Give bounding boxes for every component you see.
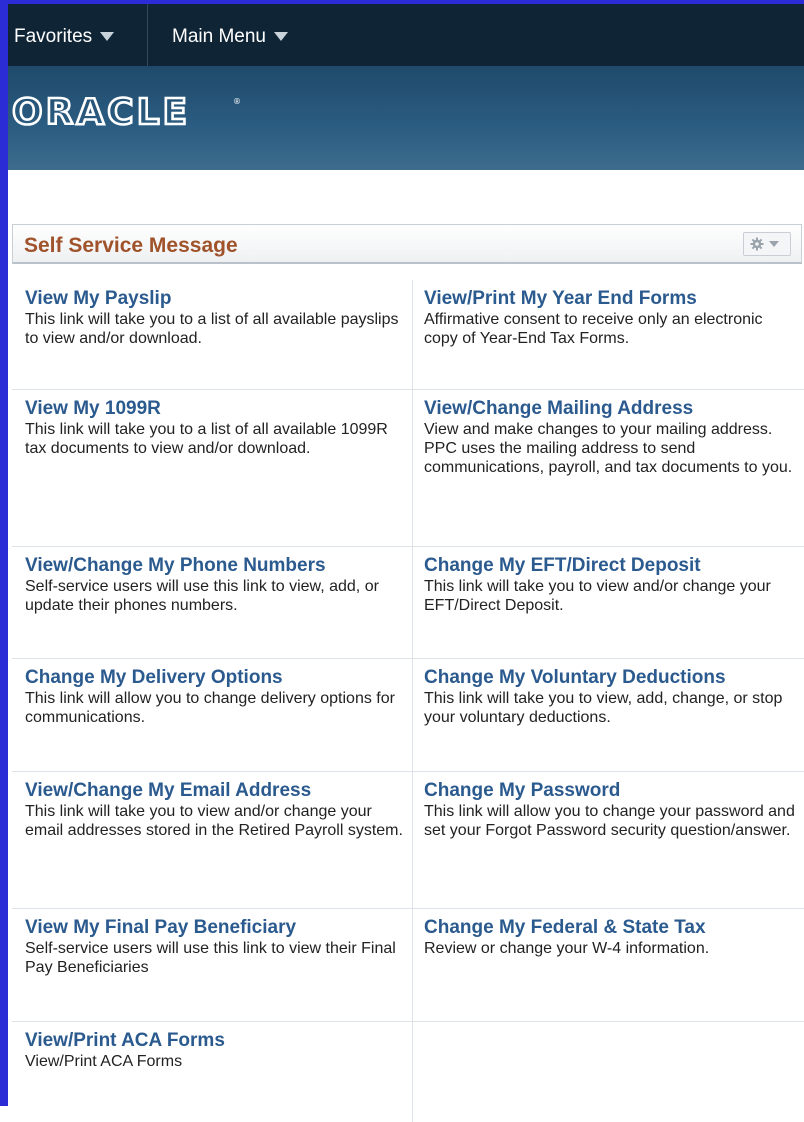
main-menu-label: Main Menu — [172, 26, 266, 47]
links-row: View My Payslip This link will take you … — [12, 280, 804, 390]
link-description: This link will take you to view, add, ch… — [424, 690, 783, 726]
svg-text:®: ® — [233, 97, 241, 106]
change-delivery-options-link[interactable]: Change My Delivery Options — [25, 667, 404, 689]
link-description: This link will take you to a list of all… — [25, 311, 399, 347]
view-final-pay-beneficiary-link[interactable]: View My Final Pay Beneficiary — [25, 917, 404, 939]
link-description: This link will take you to a list of all… — [25, 421, 388, 457]
favorites-menu[interactable]: Favorites — [8, 4, 148, 66]
link-description: Review or change your W-4 information. — [424, 940, 710, 957]
pagelet-title: Self Service Message — [24, 234, 238, 257]
link-description: Self-service users will use this link to… — [25, 940, 396, 976]
view-1099r-link[interactable]: View My 1099R — [25, 398, 404, 420]
view-print-aca-forms-link[interactable]: View/Print ACA Forms — [25, 1030, 404, 1052]
link-cell: View/Change My Email Address This link w… — [12, 772, 412, 908]
top-navigation-bar: Favorites Main Menu — [8, 4, 804, 66]
link-description: This link will take you to view and/or c… — [25, 803, 403, 839]
link-cell: View/Print ACA Forms View/Print ACA Form… — [12, 1022, 412, 1122]
link-description: This link will take you to view and/or c… — [424, 578, 771, 614]
link-cell: View/Change My Phone Numbers Self-servic… — [12, 547, 412, 658]
link-cell: View/Print My Year End Forms Affirmative… — [412, 280, 804, 389]
favorites-label: Favorites — [14, 26, 93, 47]
change-phone-numbers-link[interactable]: View/Change My Phone Numbers — [25, 555, 404, 577]
main-menu-dropdown-icon — [274, 32, 288, 41]
oracle-logo: ORACLE ® — [12, 92, 241, 132]
link-description: Affirmative consent to receive only an e… — [424, 311, 763, 347]
link-cell: View My Payslip This link will take you … — [12, 280, 412, 389]
links-row: View My Final Pay Beneficiary Self-servi… — [12, 909, 804, 1022]
favorites-dropdown-icon — [100, 32, 115, 41]
links-row: Change My Delivery Options This link wil… — [12, 659, 804, 772]
window-frame-left — [0, 0, 8, 1106]
link-description: This link will allow you to change your … — [424, 803, 795, 839]
link-cell: Change My EFT/Direct Deposit This link w… — [412, 547, 804, 658]
link-description: This link will allow you to change deliv… — [25, 690, 395, 726]
link-cell: Change My Password This link will allow … — [412, 772, 804, 908]
change-voluntary-deductions-link[interactable]: Change My Voluntary Deductions — [424, 667, 796, 689]
link-description: View/Print ACA Forms — [25, 1053, 183, 1070]
change-federal-state-tax-link[interactable]: Change My Federal & State Tax — [424, 917, 796, 939]
link-cell: View My 1099R This link will take you to… — [12, 390, 412, 546]
change-password-link[interactable]: Change My Password — [424, 780, 796, 802]
links-row: View/Change My Email Address This link w… — [12, 772, 804, 909]
change-direct-deposit-link[interactable]: Change My EFT/Direct Deposit — [424, 555, 796, 577]
link-cell: View/Change Mailing Address View and mak… — [412, 390, 804, 546]
change-email-address-link[interactable]: View/Change My Email Address — [25, 780, 404, 802]
empty-link-cell — [412, 1022, 804, 1122]
view-print-year-end-forms-link[interactable]: View/Print My Year End Forms — [424, 288, 796, 310]
svg-text:ORACLE: ORACLE — [12, 92, 190, 132]
link-cell: Change My Voluntary Deductions This link… — [412, 659, 804, 771]
link-description: View and make changes to your mailing ad… — [424, 421, 793, 476]
main-menu[interactable]: Main Menu — [148, 4, 288, 66]
branding-header: ORACLE ® — [8, 66, 804, 170]
view-payslip-link[interactable]: View My Payslip — [25, 288, 404, 310]
link-description: Self-service users will use this link to… — [25, 578, 379, 614]
links-row: View/Print ACA Forms View/Print ACA Form… — [12, 1022, 804, 1122]
links-row: View My 1099R This link will take you to… — [12, 390, 804, 547]
change-mailing-address-link[interactable]: View/Change Mailing Address — [424, 398, 796, 420]
link-cell: View My Final Pay Beneficiary Self-servi… — [12, 909, 412, 1021]
link-cell: Change My Federal & State Tax Review or … — [412, 909, 804, 1021]
gear-icon — [750, 237, 779, 251]
pagelet-options-button[interactable] — [743, 232, 791, 256]
links-row: View/Change My Phone Numbers Self-servic… — [12, 547, 804, 659]
self-service-links-grid: View My Payslip This link will take you … — [12, 280, 804, 1122]
pagelet-header: Self Service Message — [12, 224, 802, 264]
link-cell: Change My Delivery Options This link wil… — [12, 659, 412, 771]
